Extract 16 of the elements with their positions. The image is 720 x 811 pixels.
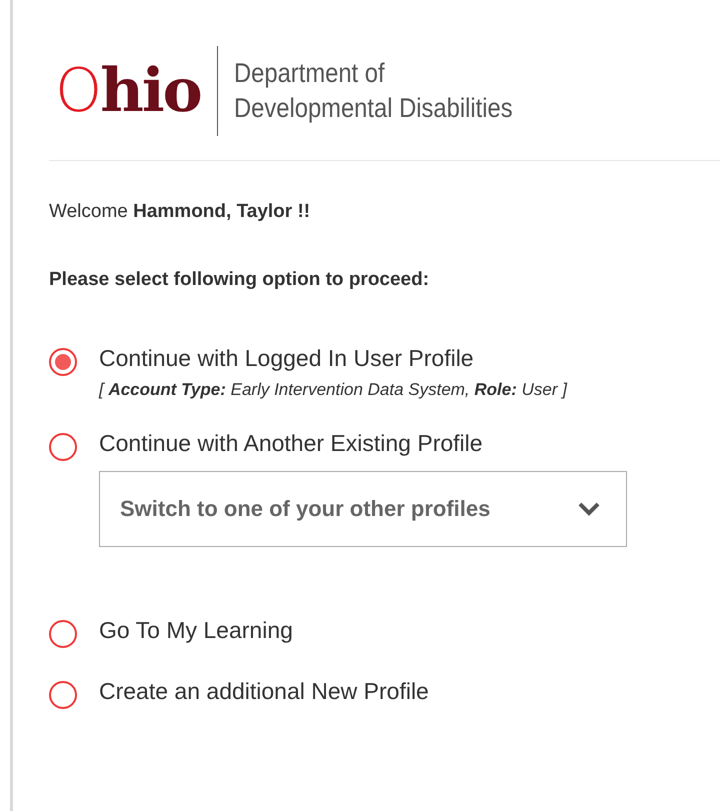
department-name: Department of [234,56,386,90]
radio-button[interactable] [49,620,77,648]
option-label[interactable]: Continue with Another Existing Profile [99,430,483,456]
radio-button[interactable] [49,433,77,461]
profile-dropdown[interactable]: Switch to one of your other profiles [99,471,627,547]
account-details: [ Account Type: Early Intervention Data System, Role: User ] [99,380,568,400]
ohio-logo: Ohio [55,61,201,121]
option-label[interactable]: Continue with Logged In User Profile [99,345,474,371]
radio-button[interactable] [49,348,77,376]
welcome-message: Welcome Hammond, Taylor !! [49,201,312,223]
radio-button[interactable] [49,681,77,709]
instruction-text: Please select following option to proceed: [49,269,430,291]
option-label[interactable]: Go To My Learning [99,617,293,643]
department-name: Developmental Disabilities [234,92,512,125]
chevron-down-icon [578,502,600,516]
option-label[interactable]: Create an additional New Profile [99,678,429,704]
